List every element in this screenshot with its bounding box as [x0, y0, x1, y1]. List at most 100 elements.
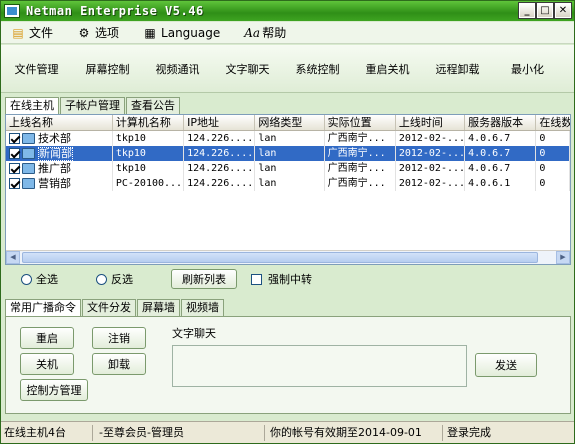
- select-all-radio[interactable]: 全选: [21, 271, 58, 287]
- cell-location: 广西南宁...: [325, 131, 396, 146]
- status-bar: 在线主机4台 -至尊会员-管理员 你的帐号有效期至2014-09-01 登录完成: [1, 421, 574, 443]
- cell-online-count: 0: [536, 161, 570, 176]
- tab-video-wall[interactable]: 视频墙: [181, 299, 224, 316]
- radio-icon: [96, 273, 107, 285]
- minimize-button[interactable]: 最小化: [493, 47, 563, 91]
- file-manager-button[interactable]: 文件管理: [1, 47, 73, 91]
- computer-icon: [22, 178, 35, 189]
- computer-icon: [22, 148, 35, 159]
- cell-online-time: 2012-02-...: [396, 131, 466, 146]
- header-ip[interactable]: IP地址: [184, 115, 256, 130]
- menu-language[interactable]: ▦ Language: [143, 26, 220, 40]
- scroll-track[interactable]: [20, 251, 556, 264]
- header-online-count[interactable]: 在线数: [536, 115, 570, 130]
- close-icon[interactable]: ✕: [554, 2, 572, 19]
- minimize-icon[interactable]: _: [518, 2, 536, 19]
- chat-input[interactable]: [172, 345, 467, 387]
- tab-screen-wall[interactable]: 屏幕墙: [137, 299, 180, 316]
- cell-online-name: 新闻部: [6, 146, 113, 161]
- cell-network-type: lan: [255, 131, 325, 146]
- cell-online-time: 2012-02-...: [396, 146, 466, 161]
- system-control-button[interactable]: 系统控制: [283, 47, 353, 91]
- menu-options-label: 选项: [95, 26, 120, 40]
- screen-control-button[interactable]: 屏幕控制: [73, 47, 143, 91]
- window-title: Netman Enterprise V5.46: [26, 4, 204, 18]
- header-online-time[interactable]: 上线时间: [396, 115, 466, 130]
- command-panel: 重启 注销 关机 卸载 控制方管理 文字聊天 发送: [5, 316, 571, 414]
- cell-server-version: 4.0.6.1: [465, 176, 537, 191]
- cell-online-name: 推广部: [6, 161, 113, 176]
- checkbox-icon: [251, 273, 262, 285]
- scroll-right-icon[interactable]: ▶: [556, 251, 570, 264]
- menu-help-label: 帮助: [262, 26, 287, 40]
- table-body: 技术部 tkp10 124.226.... lan 广西南宁... 2012-02-...…: [6, 131, 570, 191]
- radio-icon: [21, 273, 32, 285]
- menu-help[interactable]: Aa 帮助: [244, 24, 286, 41]
- command-tabs: 常用广播命令 文件分发 屏幕墙 视频墙: [5, 299, 225, 317]
- cell-network-type: lan: [255, 176, 325, 191]
- tab-file-distribution[interactable]: 文件分发: [82, 299, 136, 316]
- status-expiry: 你的帐号有效期至2014-09-01: [265, 424, 443, 441]
- uninstall-button[interactable]: 卸载: [92, 353, 146, 375]
- remote-uninstall-button[interactable]: 远程卸载: [423, 47, 493, 91]
- title-bar[interactable]: Netman Enterprise V5.46 _ □ ✕: [1, 1, 574, 21]
- tab-online-hosts[interactable]: 在线主机: [5, 97, 59, 115]
- select-all-label: 全选: [36, 273, 58, 286]
- computer-icon: [22, 133, 35, 144]
- tab-announcements[interactable]: 查看公告: [126, 97, 180, 114]
- refresh-list-button[interactable]: 刷新列表: [171, 269, 237, 289]
- host-name-label: 推广部: [38, 162, 71, 175]
- scroll-left-icon[interactable]: ◀: [6, 251, 20, 264]
- tab-broadcast-commands[interactable]: 常用广播命令: [5, 299, 81, 317]
- text-chat-button[interactable]: 文字聊天: [213, 47, 283, 91]
- horizontal-scrollbar[interactable]: ◀ ▶: [6, 250, 570, 264]
- cell-server-version: 4.0.6.7: [465, 161, 537, 176]
- table-row[interactable]: 技术部 tkp10 124.226.... lan 广西南宁... 2012-02-...…: [6, 131, 570, 146]
- cell-computer-name: PC-20100...: [113, 176, 185, 191]
- header-server-version[interactable]: 服务器版本: [465, 115, 537, 130]
- header-online-name[interactable]: 上线名称: [6, 115, 113, 130]
- header-network-type[interactable]: 网络类型: [255, 115, 325, 130]
- cell-ip: 124.226....: [184, 146, 256, 161]
- table-row[interactable]: 新闻部 tkp10 124.226.... lan 广西南宁... 2012-02-...…: [6, 146, 570, 161]
- menu-file-label: 文件: [29, 26, 54, 40]
- header-computer-name[interactable]: 计算机名称: [113, 115, 185, 130]
- restart-button[interactable]: 重启: [20, 327, 74, 349]
- header-location[interactable]: 实际位置: [325, 115, 396, 130]
- host-name-label: 营销部: [38, 177, 71, 190]
- cell-network-type: lan: [255, 146, 325, 161]
- app-icon: [4, 4, 20, 18]
- force-relay-label: 强制中转: [268, 273, 312, 286]
- cell-online-count: 0: [536, 131, 570, 146]
- computer-icon: [22, 163, 35, 174]
- cell-online-count: 0: [536, 176, 570, 191]
- main-tabs: 在线主机 子帐户管理 查看公告: [5, 97, 181, 115]
- cell-location: 广西南宁...: [325, 161, 396, 176]
- host-table: 上线名称 计算机名称 IP地址 网络类型 实际位置 上线时间 服务器版本 在线数…: [5, 114, 571, 265]
- menu-bar: ▤ 文件 ⚙ 选项 ▦ Language Aa 帮助: [1, 22, 574, 44]
- controller-management-button[interactable]: 控制方管理: [20, 379, 88, 401]
- tab-sub-accounts[interactable]: 子帐户管理: [60, 97, 125, 114]
- shutdown-button[interactable]: 关机: [20, 353, 74, 375]
- cell-ip: 124.226....: [184, 131, 256, 146]
- logout-button[interactable]: 注销: [92, 327, 146, 349]
- table-row[interactable]: 推广部 tkp10 124.226.... lan 广西南宁... 2012-02-...…: [6, 161, 570, 176]
- cell-online-name: 技术部: [6, 131, 113, 146]
- cell-online-name: 营销部: [6, 176, 113, 191]
- menu-options[interactable]: ⚙ 选项: [77, 24, 119, 41]
- force-relay-checkbox[interactable]: 强制中转: [251, 271, 312, 287]
- menu-file[interactable]: ▤ 文件: [11, 24, 53, 41]
- maximize-icon[interactable]: □: [536, 2, 554, 19]
- checkbox-checked-icon[interactable]: [9, 133, 20, 144]
- restart-shutdown-button[interactable]: 重启关机: [353, 47, 423, 91]
- checkbox-checked-icon[interactable]: [9, 148, 20, 159]
- scroll-thumb[interactable]: [22, 252, 538, 263]
- status-online-count: 在线主机4台: [1, 424, 93, 441]
- send-button[interactable]: 发送: [475, 353, 537, 377]
- table-row[interactable]: 营销部 PC-20100... 124.226.... lan 广西南宁... 2012-…: [6, 176, 570, 191]
- checkbox-checked-icon[interactable]: [9, 178, 20, 189]
- video-call-button[interactable]: 视频通讯: [143, 47, 213, 91]
- invert-radio[interactable]: 反选: [96, 271, 133, 287]
- menu-language-label: Language: [161, 25, 221, 40]
- checkbox-checked-icon[interactable]: [9, 163, 20, 174]
